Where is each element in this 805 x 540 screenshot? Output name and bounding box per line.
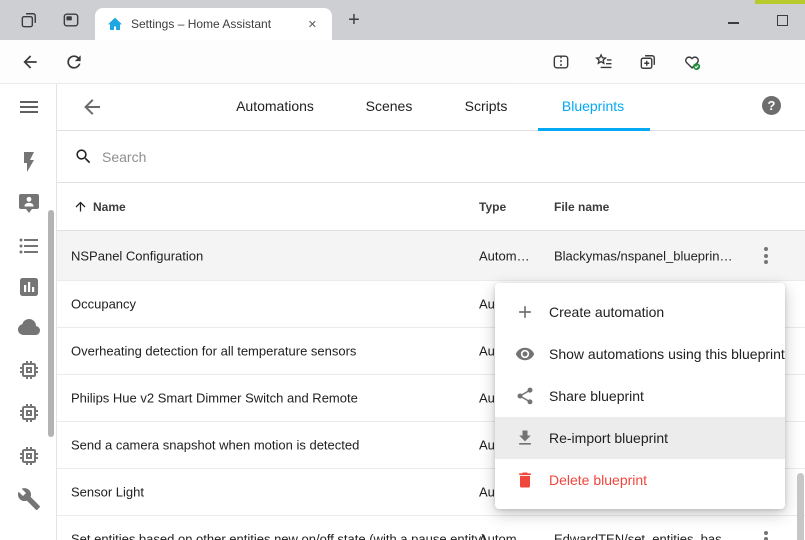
column-file-name[interactable]: File name <box>554 200 609 214</box>
search-icon <box>74 147 93 166</box>
ha-sidebar <box>0 84 57 540</box>
new-tab-button[interactable]: + <box>342 9 366 33</box>
sort-ascending-icon[interactable] <box>73 199 88 214</box>
cloud-icon[interactable] <box>17 315 41 339</box>
flash-icon[interactable] <box>17 150 41 174</box>
download-icon <box>515 428 535 448</box>
browser-tabstrip: Settings – Home Assistant ✕ + <box>0 0 805 40</box>
page-scrollbar[interactable] <box>797 473 804 540</box>
wrench-icon[interactable] <box>17 487 41 511</box>
favorites-hub-icon[interactable] <box>594 52 614 72</box>
chip-icon-1[interactable] <box>17 358 41 382</box>
refresh-icon[interactable] <box>64 52 84 72</box>
row-context-menu: Create automation Show automations using… <box>495 283 785 509</box>
tab-close-icon[interactable]: ✕ <box>303 15 322 34</box>
eye-icon <box>515 344 535 364</box>
window-maximize-button[interactable] <box>777 15 788 26</box>
ha-page-header: Automations Scenes Scripts Blueprints ? <box>57 84 805 131</box>
column-type[interactable]: Type <box>479 200 506 214</box>
split-screen-icon[interactable] <box>551 52 571 72</box>
active-browser-tab[interactable]: Settings – Home Assistant ✕ <box>95 8 332 40</box>
tab-blueprints[interactable]: Blueprints <box>562 98 624 114</box>
recording-indicator-strip <box>755 0 805 4</box>
menu-item-show-automations[interactable]: Show automations using this blueprint <box>495 333 785 375</box>
help-icon[interactable]: ? <box>762 96 781 115</box>
home-assistant-favicon <box>107 16 123 32</box>
plus-icon <box>515 302 535 322</box>
sidebar-scrollbar[interactable] <box>48 210 54 437</box>
menu-icon[interactable] <box>17 95 41 119</box>
chart-box-icon[interactable] <box>17 275 41 299</box>
tab-stacks-icon[interactable] <box>19 10 39 30</box>
search-input[interactable] <box>102 149 702 165</box>
menu-item-reimport-blueprint[interactable]: Re-import blueprint <box>495 417 785 459</box>
browser-toolbar: Not secure homeassistant.local:8123/... <box>0 40 805 84</box>
tab-scenes[interactable]: Scenes <box>366 98 413 114</box>
back-icon[interactable] <box>20 52 40 72</box>
search-row <box>57 131 805 183</box>
trash-icon <box>515 470 535 490</box>
list-icon[interactable] <box>17 234 41 258</box>
home-assistant-app: Automations Scenes Scripts Blueprints ? … <box>0 84 805 540</box>
chip-icon-2[interactable] <box>17 401 41 425</box>
collections-icon[interactable] <box>638 52 658 72</box>
browser-window: Settings – Home Assistant ✕ + Not secure… <box>0 0 805 540</box>
row-overflow-icon[interactable] <box>757 247 775 265</box>
row-overflow-icon[interactable] <box>757 530 775 540</box>
menu-item-share-blueprint[interactable]: Share blueprint <box>495 375 785 417</box>
table-header: Name Type File name <box>57 183 805 231</box>
tab-scripts[interactable]: Scripts <box>465 98 508 114</box>
layout-panel-icon[interactable] <box>61 10 81 30</box>
column-name[interactable]: Name <box>93 200 126 214</box>
menu-item-create-automation[interactable]: Create automation <box>495 291 785 333</box>
account-badge-icon[interactable] <box>17 191 41 215</box>
table-row-nspanel[interactable]: NSPanel Configuration Autom… Blackymas/n… <box>57 231 805 281</box>
chip-icon-3[interactable] <box>17 444 41 468</box>
tab-automations[interactable]: Automations <box>236 98 314 114</box>
ha-back-icon[interactable] <box>80 95 104 119</box>
window-minimize-button[interactable] <box>728 22 739 24</box>
tab-title: Settings – Home Assistant <box>131 17 303 31</box>
menu-item-delete-blueprint[interactable]: Delete blueprint <box>495 459 785 501</box>
table-row-set-entities[interactable]: Set entities based on other entities new… <box>57 516 805 540</box>
browser-essentials-icon[interactable] <box>682 52 702 72</box>
share-icon <box>515 386 535 406</box>
